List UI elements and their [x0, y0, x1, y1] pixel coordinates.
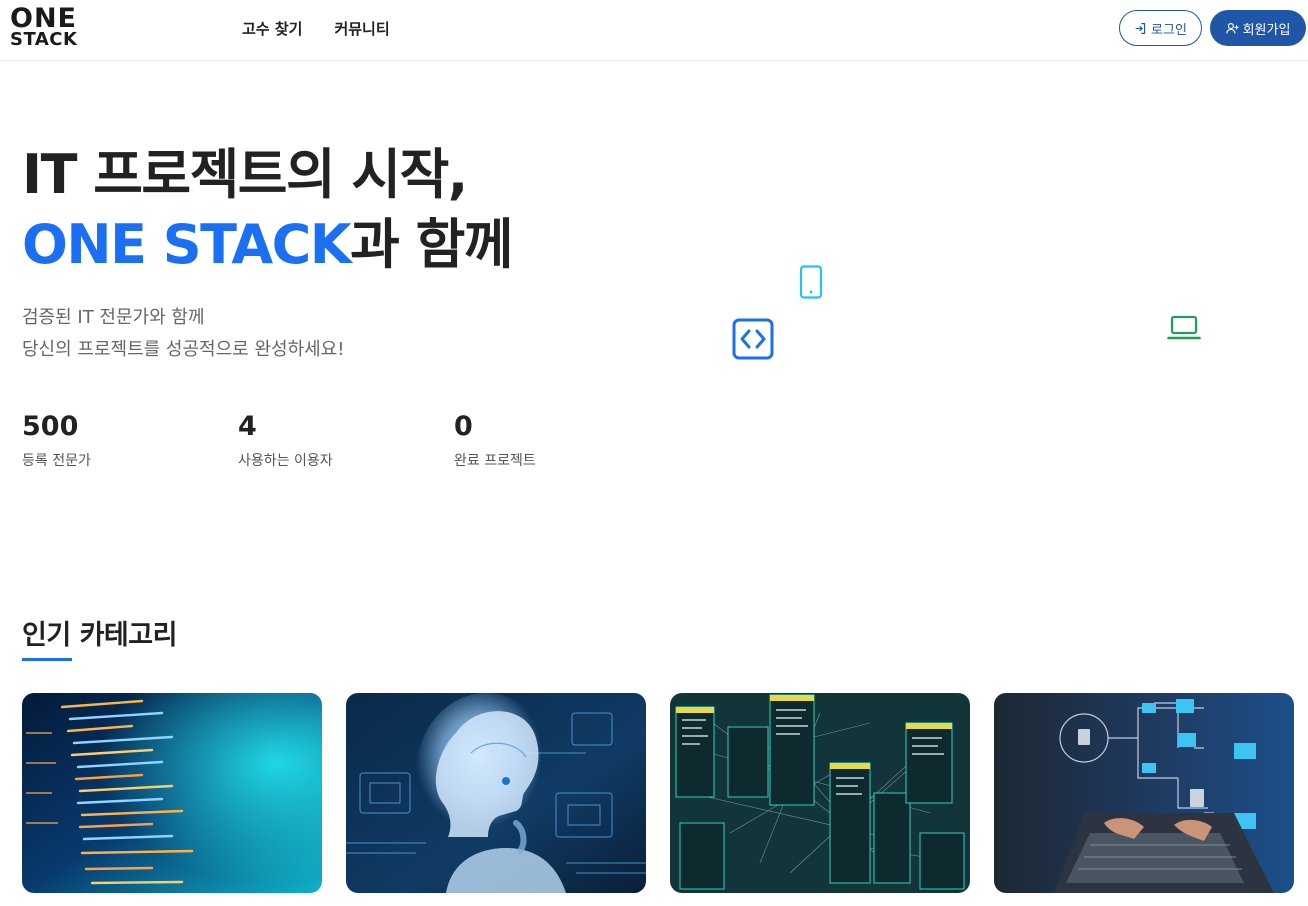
stats: 500 등록 전문가 4 사용하는 이용자 0 완료 프로젝트: [22, 410, 670, 470]
stat-users: 4 사용하는 이용자: [238, 411, 333, 469]
category-card-code[interactable]: [22, 693, 322, 893]
category-card-database[interactable]: [670, 693, 970, 893]
laptop-network-image: [994, 693, 1294, 893]
code-screen-image: [22, 693, 322, 893]
hero-title: IT 프로젝트의 시작, ONE STACK과 함께: [22, 140, 513, 280]
category-cards: [22, 693, 1294, 893]
stat-completed-projects: 0 완료 프로젝트: [454, 411, 536, 469]
nav-find-expert[interactable]: 고수 찾기: [242, 18, 302, 39]
add-user-icon: [1225, 22, 1239, 33]
signup-button[interactable]: 회원가입: [1210, 10, 1306, 46]
code-icon: [732, 318, 774, 360]
ai-robot-image: [346, 693, 646, 893]
category-card-network[interactable]: [994, 693, 1294, 893]
main-nav: 고수 찾기 커뮤니티: [242, 18, 390, 39]
stat-experts: 500 등록 전문가: [22, 411, 91, 469]
title-underline: [22, 658, 72, 661]
database-diagram-image: [670, 693, 970, 893]
categories-title: 인기 카테고리: [22, 620, 177, 651]
category-card-ai[interactable]: [346, 693, 646, 893]
hero-title-line1: IT 프로젝트의 시작,: [22, 143, 468, 206]
logo[interactable]: ONE STACK: [10, 5, 77, 49]
mobile-icon: [799, 265, 823, 299]
nav-community[interactable]: 커뮤니티: [334, 18, 389, 39]
hero-subtitle: 검증된 IT 전문가와 함께 당신의 프로젝트를 성공적으로 완성하세요!: [22, 307, 345, 360]
laptop-icon: [1167, 315, 1201, 340]
site-header: ONE STACK 고수 찾기 커뮤니티 로그인 회원가입: [0, 0, 1308, 61]
login-button[interactable]: 로그인: [1119, 10, 1202, 46]
login-icon: [1135, 22, 1146, 34]
hero-title-brand: ONE STACK: [22, 213, 352, 276]
hero-title-suffix: 과 함께: [350, 213, 513, 276]
